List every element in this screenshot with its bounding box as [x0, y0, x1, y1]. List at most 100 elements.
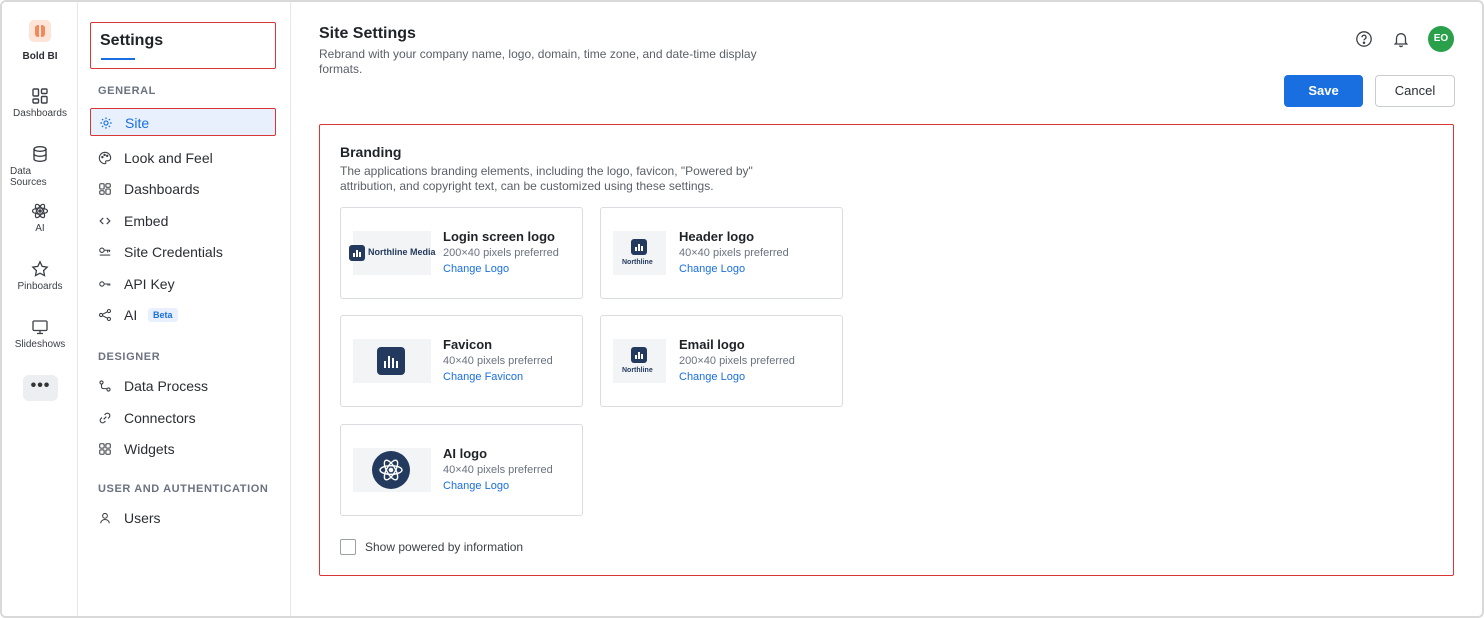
- section-general: GENERAL: [98, 85, 156, 97]
- rail-item-label: Dashboards: [13, 108, 67, 119]
- login-logo-text: Northline Media: [368, 247, 436, 257]
- beta-badge: Beta: [148, 308, 178, 322]
- cancel-button[interactable]: Cancel: [1375, 75, 1455, 107]
- nav-item-label: Users: [124, 510, 161, 526]
- user-icon: [100, 512, 110, 524]
- nav-item-label: Connectors: [124, 410, 196, 426]
- app-rail: Bold BI Dashboards Data Sources AI Pinbo…: [2, 2, 78, 616]
- nav-item-label: Dashboards: [124, 181, 200, 197]
- star-icon: [31, 260, 49, 277]
- code-icon: [99, 217, 111, 225]
- dashboards-icon: [32, 88, 48, 104]
- brand-name: Bold BI: [22, 51, 58, 62]
- nav-item-site[interactable]: Site: [90, 108, 276, 136]
- powered-by-label: Show powered by information: [365, 540, 524, 554]
- nav-item-label: Widgets: [124, 441, 175, 457]
- card-name: AI logo: [443, 446, 488, 461]
- more-menu-button[interactable]: •••: [23, 375, 58, 401]
- ai-logo-circle: [372, 451, 410, 489]
- nav-item-look-and-feel[interactable]: Look and Feel: [90, 144, 276, 172]
- nav-item-site-credentials[interactable]: Site Credentials: [90, 238, 276, 266]
- change-logo-link[interactable]: Change Logo: [443, 263, 509, 275]
- branding-panel: Branding The applications branding eleme…: [319, 124, 1454, 576]
- nav-item-ai[interactable]: AI Beta: [90, 301, 276, 329]
- login-logo-card: Northline Media Login screen logo 200×40…: [340, 207, 583, 299]
- northline-mark-icon: [349, 245, 365, 261]
- rail-item-ai[interactable]: AI: [2, 202, 78, 234]
- login-logo-preview: Northline Media: [349, 231, 436, 275]
- ai-logo-preview: [353, 448, 431, 492]
- branding-title: Branding: [340, 144, 402, 160]
- nav-item-label: API Key: [124, 276, 175, 292]
- card-hint: 40×40 pixels preferred: [679, 247, 789, 259]
- nav-item-label: Embed: [124, 213, 169, 229]
- change-favicon-link[interactable]: Change Favicon: [443, 371, 523, 383]
- credentials-icon: [99, 247, 111, 256]
- share-nodes-icon: [98, 308, 112, 322]
- rail-item-slideshows[interactable]: Slideshows: [2, 318, 78, 350]
- nav-item-data-process[interactable]: Data Process: [90, 372, 276, 400]
- northline-mark-icon: [631, 347, 647, 363]
- rail-item-label: Slideshows: [14, 339, 66, 350]
- link-icon: [99, 412, 111, 424]
- app-window: Bold BI Dashboards Data Sources AI Pinbo…: [0, 0, 1484, 618]
- header-logo-text: Northline: [622, 259, 653, 266]
- card-name: Login screen logo: [443, 229, 555, 244]
- dashboards-icon: [99, 183, 111, 195]
- email-logo-card: Northline Email logo 200×40 pixels prefe…: [600, 315, 843, 407]
- northline-mark-icon: [377, 347, 405, 375]
- rail-item-pinboards[interactable]: Pinboards: [2, 260, 78, 292]
- nav-item-label: Data Process: [124, 378, 209, 394]
- key-icon: [99, 281, 111, 287]
- nav-item-dashboards[interactable]: Dashboards: [90, 175, 276, 203]
- card-name: Header logo: [679, 229, 755, 244]
- rail-item-label: Data Sources: [10, 166, 47, 188]
- change-logo-link[interactable]: Change Logo: [679, 371, 745, 383]
- card-hint: 200×40 pixels preferred: [679, 355, 795, 367]
- atom-icon: [379, 459, 403, 481]
- page-subtitle: Rebrand with your company name, logo, do…: [319, 47, 757, 76]
- nav-item-connectors[interactable]: Connectors: [90, 404, 276, 432]
- help-icon[interactable]: [1355, 30, 1373, 48]
- rail-item-dashboards[interactable]: Dashboards: [2, 87, 78, 119]
- powered-by-checkbox[interactable]: [340, 539, 356, 555]
- nav-item-api-key[interactable]: API Key: [90, 270, 276, 298]
- page-title: Site Settings: [319, 25, 416, 42]
- title-underline: [101, 58, 135, 60]
- settings-title: Settings: [100, 32, 164, 49]
- settings-title-box: Settings: [90, 22, 276, 69]
- northline-mark-icon: [631, 239, 647, 255]
- nav-item-label: Site: [125, 115, 150, 131]
- nav-item-label: Look and Feel: [124, 150, 213, 166]
- bell-icon[interactable]: [1392, 30, 1410, 48]
- atom-icon: [31, 203, 49, 219]
- rail-item-label: Pinboards: [17, 281, 63, 292]
- database-icon: [33, 146, 47, 163]
- email-logo-text: Northline: [622, 367, 653, 374]
- header-logo-card: Northline Header logo 40×40 pixels prefe…: [600, 207, 843, 299]
- favicon-card: Favicon 40×40 pixels preferred Change Fa…: [340, 315, 583, 407]
- nav-item-widgets[interactable]: Widgets: [90, 435, 276, 463]
- nav-item-users[interactable]: Users: [90, 504, 276, 532]
- section-designer: DESIGNER: [98, 351, 161, 363]
- palette-icon: [98, 151, 112, 165]
- card-hint: 40×40 pixels preferred: [443, 464, 553, 476]
- gear-icon: [100, 117, 112, 129]
- nav-item-label: AI: [124, 307, 138, 323]
- nav-item-embed[interactable]: Embed: [90, 207, 276, 235]
- branding-description: The applications branding elements, incl…: [340, 164, 753, 193]
- favicon-preview: [353, 339, 431, 383]
- monitor-icon: [32, 320, 48, 335]
- card-name: Favicon: [443, 337, 493, 352]
- email-logo-preview: Northline: [613, 339, 666, 383]
- user-avatar[interactable]: EO: [1428, 26, 1454, 52]
- nav-item-label: Site Credentials: [124, 244, 223, 260]
- header-logo-preview: Northline: [613, 231, 666, 275]
- rail-item-data-sources[interactable]: Data Sources: [2, 145, 78, 188]
- bold-bi-logo[interactable]: [29, 20, 51, 42]
- card-hint: 40×40 pixels preferred: [443, 355, 553, 367]
- change-logo-link[interactable]: Change Logo: [679, 263, 745, 275]
- widgets-icon: [99, 443, 111, 455]
- save-button[interactable]: Save: [1284, 75, 1363, 107]
- change-logo-link[interactable]: Change Logo: [443, 480, 509, 492]
